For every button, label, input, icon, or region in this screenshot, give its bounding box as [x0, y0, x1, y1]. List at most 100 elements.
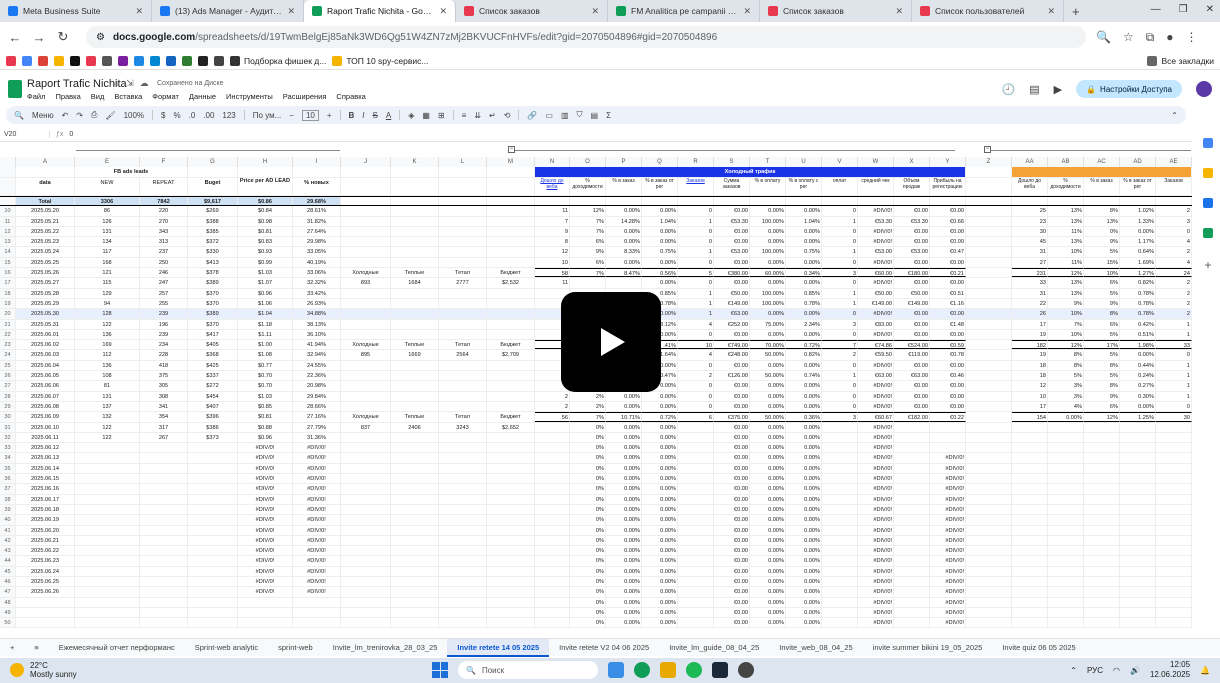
cell[interactable]: 15% [1084, 257, 1120, 268]
cell[interactable] [439, 556, 487, 566]
cell[interactable]: 0.00% [606, 391, 642, 401]
cell[interactable]: 0.00% [786, 401, 822, 412]
cell[interactable] [75, 597, 140, 607]
cell[interactable] [439, 618, 487, 628]
cell[interactable]: 0.00% [642, 525, 678, 535]
cell[interactable]: 3 [822, 268, 858, 278]
row-number[interactable]: 30 [0, 412, 16, 422]
cell[interactable] [535, 504, 570, 515]
cell[interactable]: 1 [1156, 381, 1192, 391]
column-header[interactable]: AB [1048, 157, 1084, 167]
cell[interactable] [487, 257, 535, 268]
cell[interactable] [487, 329, 535, 340]
cell[interactable]: €0.22 [930, 412, 966, 422]
cell[interactable] [678, 432, 714, 443]
cell[interactable]: €0.00 [714, 484, 750, 494]
cell[interactable]: $373 [188, 432, 238, 443]
cell[interactable]: 0.82% [786, 350, 822, 360]
cell[interactable]: 1 [822, 216, 858, 226]
cell[interactable] [439, 237, 487, 247]
cell[interactable]: 0% [570, 484, 606, 494]
cell[interactable] [391, 576, 439, 587]
cell[interactable] [75, 546, 140, 556]
cell[interactable] [966, 391, 1012, 401]
cell[interactable]: 0% [570, 422, 606, 432]
cell[interactable] [1048, 443, 1084, 453]
cell[interactable] [341, 401, 391, 412]
font-size-increase-icon[interactable]: + [327, 111, 332, 120]
cell[interactable] [966, 576, 1012, 587]
column-header[interactable]: Y [930, 157, 966, 167]
cell[interactable]: 341 [140, 401, 188, 412]
bookmark-icon[interactable] [6, 55, 16, 66]
cell[interactable] [391, 504, 439, 515]
cell[interactable] [966, 381, 1012, 391]
cell[interactable] [75, 474, 140, 484]
cell[interactable] [822, 484, 858, 494]
cell[interactable] [966, 474, 1012, 484]
cell[interactable]: $389 [188, 278, 238, 288]
cell[interactable]: 0.00% [750, 597, 786, 607]
close-tab-icon[interactable]: ✕ [895, 6, 903, 17]
cell[interactable] [858, 197, 894, 206]
cell[interactable]: $389 [188, 309, 238, 319]
cell[interactable] [822, 463, 858, 474]
cell[interactable]: 0.00% [786, 257, 822, 268]
cell[interactable]: 5% [1084, 371, 1120, 381]
cell[interactable]: €0.00 [714, 360, 750, 371]
cell[interactable] [894, 618, 930, 628]
cell[interactable]: 30 [1156, 412, 1192, 422]
cell[interactable]: 7% [570, 268, 606, 278]
cell[interactable]: 5% [1084, 288, 1120, 298]
cell[interactable] [1120, 597, 1156, 607]
cell[interactable]: €63.00 [714, 309, 750, 319]
cell[interactable]: 0.00% [606, 556, 642, 566]
cell[interactable]: 0.27% [1120, 381, 1156, 391]
cell[interactable] [894, 607, 930, 618]
cell[interactable]: €126.00 [714, 371, 750, 381]
column-header[interactable]: L [439, 157, 487, 167]
cell[interactable] [1012, 484, 1048, 494]
cell[interactable] [75, 618, 140, 628]
cell[interactable]: 1.69% [1120, 257, 1156, 268]
cell[interactable] [439, 504, 487, 515]
cell[interactable] [535, 422, 570, 432]
cell[interactable]: 2025.06.24 [16, 566, 75, 576]
cell[interactable]: 0.82% [1120, 278, 1156, 288]
group-summary-cell[interactable]: 2777 [439, 278, 487, 288]
cell[interactable] [1048, 535, 1084, 546]
cell[interactable]: €0.00 [930, 206, 966, 216]
cell[interactable] [966, 412, 1012, 422]
cold-col-header[interactable]: Дошло до вебa [535, 178, 570, 195]
cell[interactable]: $368 [188, 350, 238, 360]
cell[interactable] [966, 525, 1012, 535]
cell[interactable]: 0.00% [642, 566, 678, 576]
cell[interactable] [75, 587, 140, 597]
cell[interactable] [341, 546, 391, 556]
cell[interactable]: 0.00% [750, 515, 786, 525]
cell[interactable]: €0.00 [714, 237, 750, 247]
cell[interactable]: €63.00 [858, 371, 894, 381]
cell[interactable]: 12 [1012, 381, 1048, 391]
cell[interactable]: 0.72% [642, 412, 678, 422]
cell[interactable] [966, 443, 1012, 453]
taskview-icon[interactable] [608, 662, 624, 678]
cell[interactable]: 418 [140, 360, 188, 371]
cell[interactable]: 0.00% [786, 525, 822, 535]
cell[interactable] [341, 167, 391, 177]
cell[interactable]: 250 [140, 257, 188, 268]
cell[interactable] [894, 432, 930, 443]
group-summary-cell[interactable]: Теплые [391, 340, 439, 350]
cell[interactable]: €0.00 [714, 494, 750, 504]
row-number[interactable]: 28 [0, 391, 16, 401]
cell[interactable]: 1 [678, 247, 714, 257]
menu-item[interactable]: Файл [27, 92, 45, 101]
cell[interactable]: #DIV/0! [858, 546, 894, 556]
row-number[interactable] [0, 197, 16, 206]
cell[interactable]: 122 [75, 432, 140, 443]
cell[interactable]: 1 [1156, 360, 1192, 371]
cell[interactable] [391, 453, 439, 463]
cell[interactable]: €0.00 [930, 391, 966, 401]
cell[interactable] [1120, 474, 1156, 484]
cell[interactable]: 1 [1156, 391, 1192, 401]
